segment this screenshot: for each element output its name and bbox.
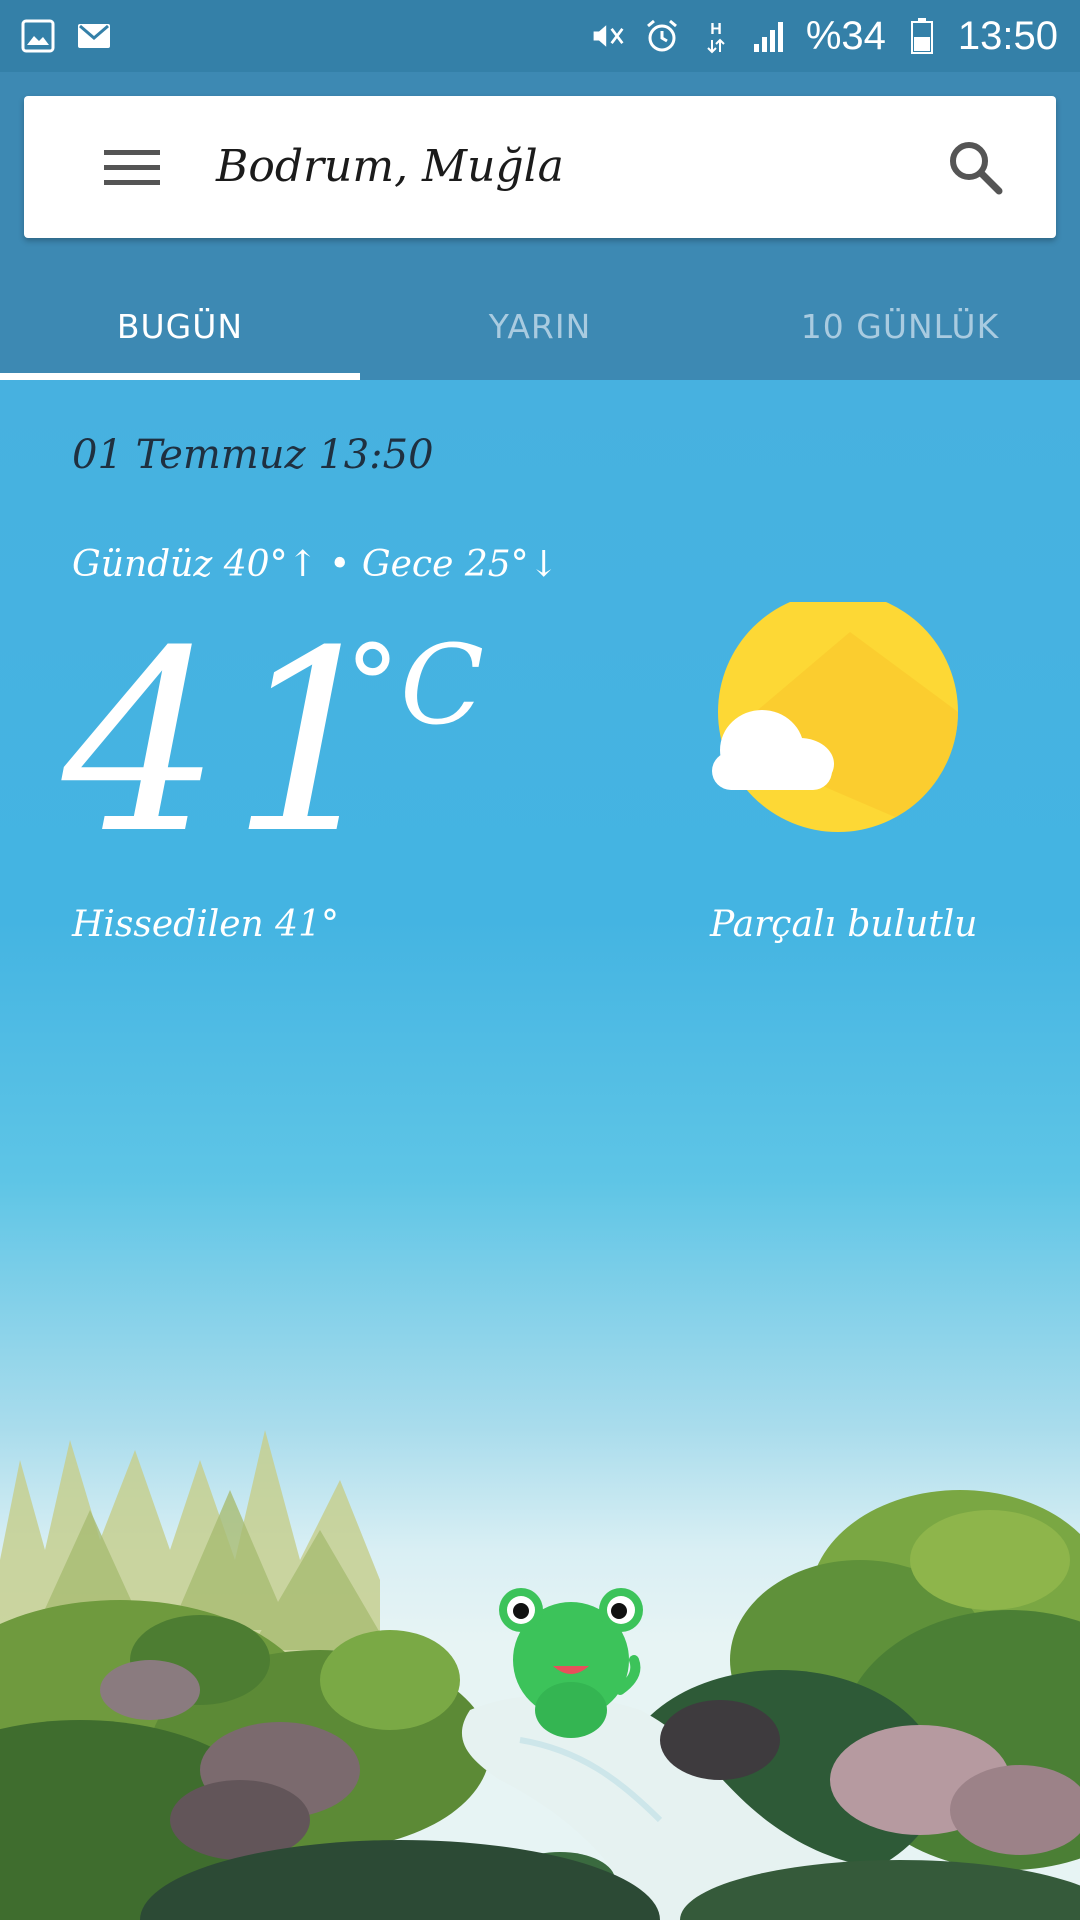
status-system: H %34 13:50 [590, 0, 1058, 72]
hspa-icon: H [698, 18, 734, 54]
gallery-icon [20, 18, 56, 54]
svg-text:H: H [710, 21, 722, 38]
menu-button[interactable] [84, 136, 180, 200]
high-low-temps: Gündüz 40°↑ • Gece 25°↓ [72, 544, 559, 585]
partly-cloudy-icon [712, 602, 958, 832]
temperature-unit: °C [345, 621, 485, 749]
status-bar: H %34 13:50 [0, 0, 1080, 72]
landscape-illustration [0, 1430, 1080, 1920]
status-time: 13:50 [957, 13, 1058, 58]
tab-10-day[interactable]: 10 GÜNLÜK [720, 272, 1080, 380]
tab-today[interactable]: BUGÜN [0, 272, 360, 380]
search-card[interactable]: Bodrum, Muğla [24, 96, 1056, 238]
tab-tomorrow[interactable]: YARIN [360, 272, 720, 380]
date-time: 01 Temmuz 13:50 [72, 432, 434, 478]
search-button[interactable] [942, 134, 1008, 200]
app-header: Bodrum, Muğla BUGÜN YARIN 10 GÜNLÜK [0, 72, 1080, 380]
email-icon [76, 18, 112, 54]
alarm-icon [644, 18, 680, 54]
status-notifications [20, 18, 112, 54]
location-name[interactable]: Bodrum, Muğla [216, 132, 564, 202]
search-icon [950, 142, 1003, 195]
condition-label: Parçalı bulutlu [710, 904, 978, 945]
signal-icon [752, 18, 788, 54]
battery-icon [904, 18, 940, 54]
weather-main: 01 Temmuz 13:50 Gündüz 40°↑ • Gece 25°↓ … [0, 380, 1080, 1920]
hamburger-icon [104, 150, 160, 185]
mute-icon [590, 18, 626, 54]
feels-like: Hissedilen 41° [72, 904, 339, 945]
tab-bar: BUGÜN YARIN 10 GÜNLÜK [0, 272, 1080, 380]
battery-percent: %34 [805, 13, 886, 58]
